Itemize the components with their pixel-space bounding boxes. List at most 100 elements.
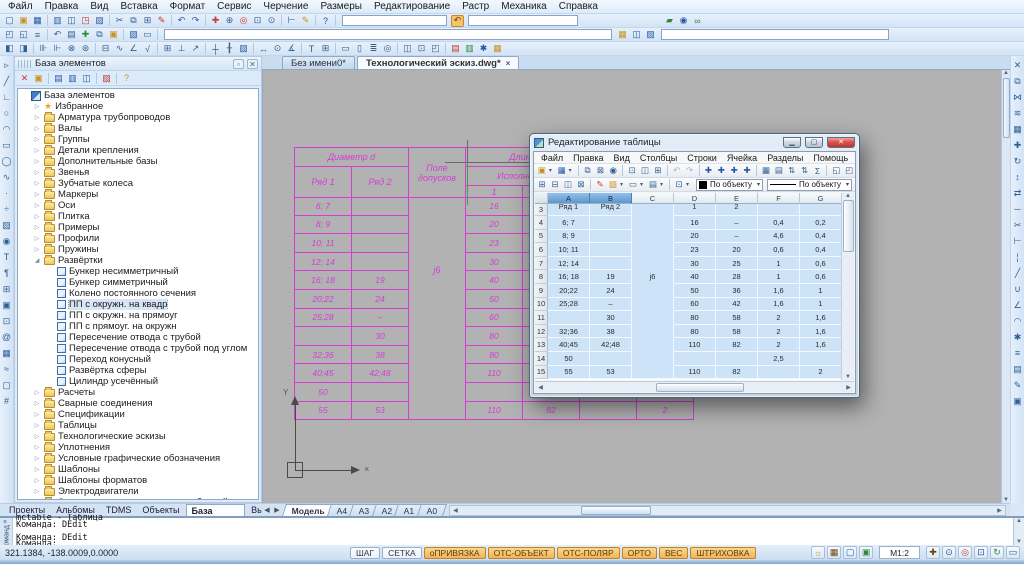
zoom-tool-icon[interactable]: ⊙ [942, 546, 956, 559]
close-icon[interactable]: ✕ [247, 59, 258, 69]
expander-icon[interactable]: ▷ [33, 400, 41, 407]
grid-cell[interactable]: 2 [758, 311, 800, 325]
templates-icon[interactable]: ◨ [17, 43, 30, 55]
scroll-left-icon[interactable]: ◀ [535, 384, 546, 391]
grid-cell[interactable]: 2 [800, 366, 841, 380]
attribute-icon[interactable]: @ [1, 331, 13, 343]
scale-indicator[interactable]: М1:2 [879, 546, 920, 559]
align-icon[interactable]: ≡ [1012, 347, 1024, 359]
open-folder-icon[interactable]: ▣ [32, 72, 45, 84]
grid-cell[interactable]: 1 [758, 270, 800, 284]
grid-row-number[interactable]: 11 [535, 311, 548, 325]
tree-item[interactable]: Цилиндр усечённый [18, 376, 258, 387]
expander-icon[interactable]: ▷ [33, 477, 41, 484]
base-export-icon[interactable]: ▨ [100, 72, 113, 84]
axis-line-icon[interactable]: ┼ [209, 43, 222, 55]
tree-item[interactable]: ▷Таблицы [18, 420, 258, 431]
layer-list-icon[interactable]: ≡ [31, 29, 44, 41]
parts-list-icon[interactable]: ≣ [367, 43, 380, 55]
tree-item[interactable]: Бункер симметричный [18, 277, 258, 288]
insert-row-above-icon[interactable]: ✚ [703, 165, 715, 176]
menu-item[interactable]: Правка [39, 1, 85, 12]
status-toggle[interactable]: ОТС-ОБЪЕКТ [488, 547, 555, 559]
grid-cell[interactable]: 32;36 [548, 325, 590, 339]
insert-row-below-icon[interactable]: ✚ [715, 165, 727, 176]
stretch-icon[interactable]: ⇄ [1012, 187, 1024, 199]
grid-cell[interactable]: 0,6 [758, 243, 800, 257]
expander-icon[interactable]: ▷ [33, 114, 41, 121]
dimension-radial-icon[interactable]: ⊙ [271, 43, 284, 55]
grid-cell[interactable]: 16; 18 [548, 270, 590, 284]
grid-cell[interactable]: 4,6 [758, 230, 800, 244]
grid-cell[interactable]: 80 [674, 311, 716, 325]
zoom-realtime-icon[interactable]: ⊕ [223, 15, 236, 27]
new-file-icon[interactable]: ▢ [3, 15, 16, 27]
expander-icon[interactable]: ▷ [33, 389, 41, 396]
grid-row-number[interactable]: 10 [535, 298, 548, 312]
expander-icon[interactable]: ▷ [33, 202, 41, 209]
layout-next-icon[interactable]: ▶ [272, 506, 282, 514]
grid-cell[interactable]: 24 [590, 284, 632, 298]
explode-icon[interactable]: ✱ [1012, 331, 1024, 343]
grid-cell[interactable]: 40 [674, 270, 716, 284]
grid-cell[interactable] [632, 284, 674, 298]
grid-cell[interactable]: 8; 9 [548, 230, 590, 244]
save-table-icon[interactable]: ▦ [556, 165, 568, 176]
paste-cells-icon[interactable]: ⊞ [652, 165, 664, 176]
merge-cells-icon[interactable]: ⊞ [536, 179, 548, 190]
status-toggle[interactable]: ОРТО [622, 547, 657, 559]
grid-row-number[interactable]: 15 [535, 366, 548, 380]
grid-cell[interactable] [590, 216, 632, 230]
tree-item[interactable]: ◢Развёртки [18, 255, 258, 266]
attach-link-icon[interactable]: ∞ [691, 15, 704, 27]
centerline-icon[interactable]: ╂ [223, 43, 236, 55]
gear-tool-icon[interactable]: ⊛ [79, 43, 92, 55]
screw-icon[interactable]: ⊩ [51, 43, 64, 55]
maximize-icon[interactable]: ▢ [805, 137, 823, 148]
rotate-icon[interactable]: ↻ [1012, 155, 1024, 167]
close-icon[interactable]: ✕ [827, 137, 855, 148]
grid-cell[interactable]: 50 [674, 284, 716, 298]
save-file-icon[interactable]: ▦ [31, 15, 44, 27]
grid-cell[interactable]: 28 [716, 270, 758, 284]
expander-icon[interactable]: ◢ [33, 257, 41, 264]
cloud-icon[interactable]: ≈ [1, 363, 13, 375]
grid-row-number[interactable]: 8 [535, 270, 548, 284]
help-icon[interactable]: ? [319, 15, 332, 27]
publish-icon[interactable]: ◳ [79, 15, 92, 27]
expander-icon[interactable]: ▷ [33, 103, 41, 110]
tree-item[interactable]: ▷Примеры [18, 222, 258, 233]
expander-icon[interactable]: ▷ [33, 235, 41, 242]
zoom-previous-icon[interactable]: ⊙ [265, 15, 278, 27]
region-icon[interactable]: ◉ [1, 235, 13, 247]
menu-item[interactable]: Размеры [314, 1, 368, 12]
grid-cell[interactable] [590, 230, 632, 244]
grid-vertical-scrollbar[interactable]: ▲ ▼ [841, 193, 854, 380]
pan-hand-icon[interactable]: ✚ [926, 546, 940, 559]
leader-note-icon[interactable]: ↗ [189, 43, 202, 55]
grid-cell[interactable]: 36 [716, 284, 758, 298]
grid-cell[interactable]: 1,6 [800, 338, 841, 352]
merge-row-icon[interactable]: ◫ [562, 179, 574, 190]
table-icon[interactable]: ⊞ [1, 283, 13, 295]
palette-grip[interactable] [18, 60, 32, 68]
table-insert-icon[interactable]: ⊞ [319, 43, 332, 55]
grid-cell[interactable]: 1 [800, 298, 841, 312]
grid-cell[interactable]: 30 [590, 311, 632, 325]
zoom-window-icon[interactable]: ⊡ [251, 15, 264, 27]
tree-item[interactable]: ▷★Избранное [18, 101, 258, 112]
grid-cell[interactable]: 25 [716, 257, 758, 271]
tree-item[interactable]: ▷Маркеры [18, 189, 258, 200]
grid-cell[interactable]: 55 [548, 366, 590, 380]
surface-finish-icon[interactable]: √ [141, 43, 154, 55]
scroll-right-icon[interactable]: ▶ [843, 384, 854, 391]
preview-icon[interactable]: ◉ [607, 165, 619, 176]
hatch-tool-icon[interactable]: ▨ [237, 43, 250, 55]
layer-current-icon[interactable]: ✚ [79, 29, 92, 41]
status-toggle[interactable]: ОТС-ПОЛЯР [557, 547, 620, 559]
grid-row-number[interactable]: 12 [535, 325, 548, 339]
menu-item[interactable]: Черчение [257, 1, 314, 12]
tree-item[interactable]: ПП с окружн. на прямоуг [18, 310, 258, 321]
zoom-window-icon[interactable]: ⊡ [974, 546, 988, 559]
grid-cell[interactable]: 19 [590, 270, 632, 284]
